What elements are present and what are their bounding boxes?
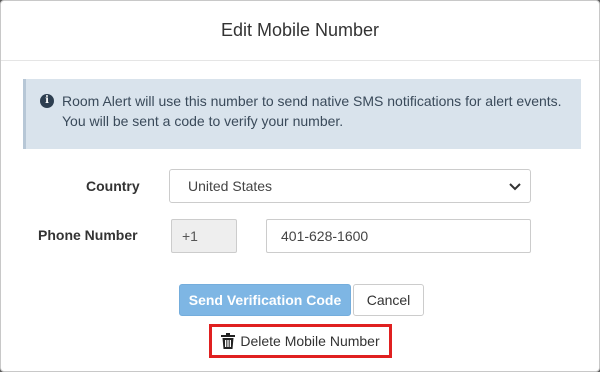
country-label: Country <box>86 178 140 194</box>
send-button-label: Send Verification Code <box>188 292 342 308</box>
modal-title: Edit Mobile Number <box>220 20 380 40</box>
phone-label: Phone Number <box>38 227 138 243</box>
country-select[interactable]: United States <box>169 169 531 203</box>
delete-link-label: Delete Mobile Number <box>240 333 380 349</box>
delete-mobile-number-link[interactable]: Delete Mobile Number <box>209 324 392 358</box>
phone-prefix-value: +1 <box>182 228 198 244</box>
cancel-button[interactable]: Cancel <box>353 284 424 316</box>
alert-message: Room Alert will use this number to send … <box>62 93 562 129</box>
edit-mobile-modal: Edit Mobile Number i Room Alert will use… <box>0 0 600 372</box>
country-value: United States <box>188 178 273 194</box>
phone-prefix: +1 <box>171 219 237 253</box>
cancel-button-label: Cancel <box>366 292 411 308</box>
trash-icon <box>221 333 236 349</box>
phone-number-input[interactable]: 401-628-1600 <box>266 219 531 253</box>
info-icon: i <box>40 94 54 108</box>
info-alert: i Room Alert will use this number to sen… <box>23 79 581 149</box>
send-verification-code-button[interactable]: Send Verification Code <box>179 284 351 316</box>
chevron-down-icon <box>509 183 521 191</box>
modal-header: Edit Mobile Number <box>1 1 599 61</box>
phone-number-value: 401-628-1600 <box>281 228 369 244</box>
